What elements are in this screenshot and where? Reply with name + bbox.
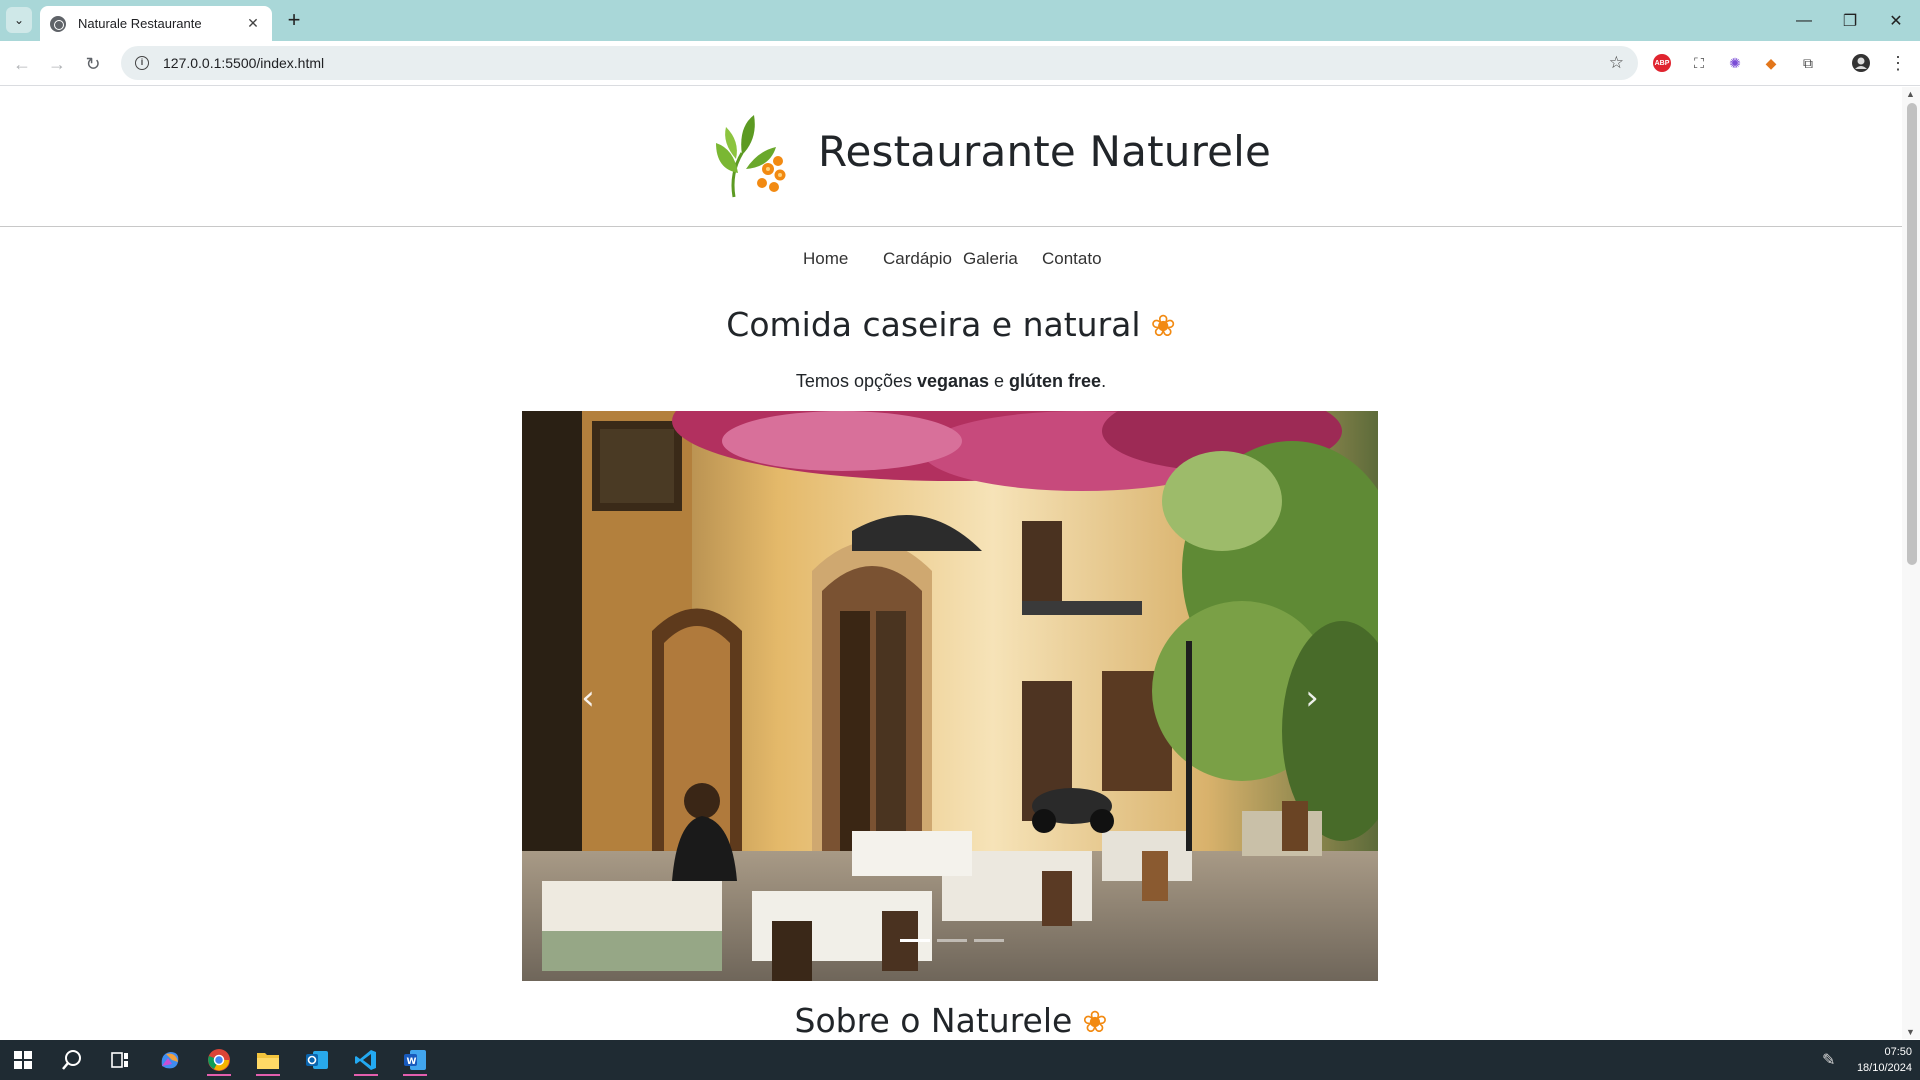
nav-galeria[interactable]: Galeria <box>963 249 1018 269</box>
task-view-icon[interactable] <box>100 1044 140 1076</box>
system-clock[interactable]: 07:50 18/10/2024 <box>1842 1044 1912 1076</box>
address-bar[interactable]: i 127.0.0.1:5500/index.html ☆ <box>121 46 1638 80</box>
clock-date: 18/10/2024 <box>1856 1062 1912 1074</box>
carousel-prev-button[interactable]: ‹ <box>568 678 608 718</box>
page-scrollbar[interactable]: ▲ ▼ <box>1902 87 1920 1039</box>
flower-extension-icon[interactable]: ✺ <box>1724 52 1746 74</box>
flower-icon: ❀ <box>1082 1005 1108 1039</box>
search-icon[interactable] <box>52 1044 92 1076</box>
site-nav: Home Cardápio Galeria Contato <box>0 249 1902 273</box>
file-explorer-icon[interactable] <box>248 1044 288 1076</box>
pen-icon[interactable]: ✎ <box>1822 1050 1835 1070</box>
about-section-title: Sobre o Naturele ❀ <box>0 1001 1902 1039</box>
nav-cardapio[interactable]: Cardápio <box>883 249 952 269</box>
forward-button[interactable]: → <box>44 51 70 77</box>
carousel-indicators <box>900 939 1010 945</box>
site-info-icon[interactable]: i <box>135 56 149 70</box>
subline-vegan: veganas <box>916 371 990 391</box>
flower-icon: ❀ <box>1150 309 1176 344</box>
tab-close-button[interactable]: ✕ <box>244 15 262 32</box>
subline-prefix: Temos opções <box>795 371 917 391</box>
reload-button[interactable]: ↻ <box>80 51 106 77</box>
vscode-icon[interactable] <box>346 1044 386 1076</box>
back-button[interactable]: ← <box>9 51 35 77</box>
scrollbar-thumb[interactable] <box>1907 103 1917 565</box>
svg-text:W: W <box>407 1057 417 1067</box>
outlook-icon[interactable] <box>297 1044 337 1076</box>
copilot-icon[interactable] <box>150 1044 190 1076</box>
browser-tabbar: ⌄ Naturale Restaurante ✕ + — ❐ ✕ <box>0 0 1920 41</box>
tab-title: Naturale Restaurante <box>78 16 202 31</box>
minimize-button[interactable]: — <box>1781 0 1827 41</box>
bookmark-star-icon[interactable]: ☆ <box>1609 53 1624 73</box>
subline-gluten-free: glúten free <box>1009 371 1102 391</box>
headline: Comida caseira e natural ❀ <box>0 305 1902 344</box>
site-header: Restaurante Naturele <box>0 87 1902 227</box>
carousel-next-button[interactable]: › <box>1292 678 1332 718</box>
clock-time: 07:50 <box>1884 1046 1912 1058</box>
restaurant-courtyard-photo <box>522 411 1378 981</box>
subline: Temos opções veganas e glúten free. <box>0 371 1902 392</box>
browser-tab[interactable]: Naturale Restaurante ✕ <box>40 6 272 41</box>
nav-contato[interactable]: Contato <box>1042 249 1102 269</box>
image-carousel[interactable]: ‹ › <box>522 411 1378 981</box>
new-tab-button[interactable]: + <box>281 8 307 34</box>
scroll-up-arrow[interactable]: ▲ <box>1906 89 1915 99</box>
word-icon[interactable]: W <box>395 1044 435 1076</box>
profile-icon[interactable] <box>1850 52 1872 74</box>
browser-toolbar: ← → ↻ i 127.0.0.1:5500/index.html ☆ ABP … <box>0 41 1920 86</box>
menu-icon[interactable]: ⋮ <box>1887 52 1909 74</box>
url-text[interactable]: 127.0.0.1:5500/index.html <box>163 55 1609 71</box>
carousel-indicator-3[interactable] <box>974 939 1004 942</box>
about-title-text: Sobre o Naturele <box>794 1001 1073 1039</box>
windows-start-icon[interactable] <box>3 1044 43 1076</box>
chrome-icon[interactable] <box>199 1044 239 1076</box>
puzzle-icon[interactable]: ⧉ <box>1797 52 1819 74</box>
scroll-down-arrow[interactable]: ▼ <box>1906 1027 1915 1037</box>
tab-search-dropdown[interactable]: ⌄ <box>6 7 32 33</box>
metamask-icon[interactable]: ◆ <box>1760 52 1782 74</box>
restore-button[interactable]: ❐ <box>1827 0 1873 41</box>
screenshot-icon[interactable]: ⛶ <box>1688 52 1710 74</box>
windows-taskbar: W ✎ 07:50 18/10/2024 <box>0 1040 1920 1080</box>
brand-title: Restaurante Naturele <box>818 127 1272 176</box>
carousel-indicator-2[interactable] <box>937 939 967 942</box>
subline-suffix: . <box>1101 371 1107 391</box>
carousel-indicator-1[interactable] <box>900 939 930 942</box>
page-viewport: Restaurante Naturele Home Cardápio Galer… <box>0 87 1902 1039</box>
subline-mid: e <box>989 371 1010 391</box>
leaf-flower-logo <box>716 115 786 198</box>
adblock-icon[interactable]: ABP <box>1653 54 1671 72</box>
globe-icon <box>50 15 66 32</box>
nav-home[interactable]: Home <box>803 249 848 269</box>
headline-text: Comida caseira e natural <box>726 305 1141 344</box>
window-close-button[interactable]: ✕ <box>1873 0 1919 41</box>
